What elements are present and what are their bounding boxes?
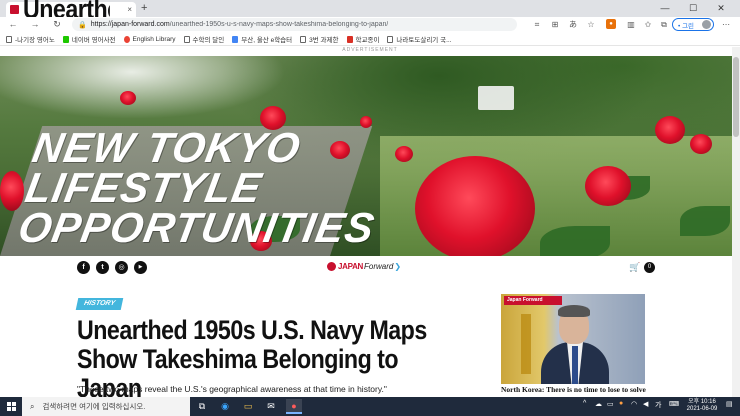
person-hair bbox=[558, 305, 590, 317]
battery-icon[interactable]: ▭ bbox=[607, 400, 614, 408]
tab-close-icon[interactable]: × bbox=[127, 5, 132, 14]
page-icon bbox=[183, 35, 190, 43]
lock-icon: 🔒 bbox=[78, 21, 87, 29]
ad-banner[interactable]: NEW TOKYO LIFESTYLE OPPORTUNITIES bbox=[0, 56, 732, 256]
bookmark-item[interactable]: 네이버 영어사전 bbox=[62, 34, 116, 44]
rose bbox=[0, 171, 24, 211]
cart-count-badge: 0 bbox=[644, 262, 655, 273]
taskbar-search[interactable]: ⌕ 검색하려면 여기에 입력하십시오. bbox=[22, 397, 190, 416]
instagram-icon[interactable]: ◎ bbox=[115, 261, 128, 274]
scrollbar-thumb[interactable] bbox=[733, 57, 739, 137]
url-host: https://japan-forward.com bbox=[90, 21, 170, 28]
language-indicator[interactable]: 가 bbox=[655, 400, 661, 410]
close-window-button[interactable]: ✕ bbox=[710, 1, 732, 15]
maximize-button[interactable]: ☐ bbox=[682, 1, 704, 15]
grid-icon[interactable]: ⊞ bbox=[549, 19, 561, 30]
related-article-title[interactable]: North Korea: There is no time to lose to… bbox=[501, 385, 661, 394]
share-icon[interactable]: ⧉ bbox=[658, 19, 670, 30]
article-lede: "These two maps reveal the U.S.'s geogra… bbox=[77, 384, 387, 394]
leaf bbox=[680, 206, 730, 236]
banner-headline: NEW TOKYO LIFESTYLE OPPORTUNITIES bbox=[14, 124, 379, 251]
bookmark-item[interactable]: 나라토도살리기 국... bbox=[387, 34, 452, 44]
bookmark-item[interactable]: 3번 과제한 bbox=[300, 34, 339, 44]
back-icon[interactable]: ← bbox=[6, 18, 20, 31]
app-tray-icon[interactable]: ● bbox=[619, 400, 623, 407]
app-active-icon[interactable]: ● bbox=[286, 399, 302, 414]
page-scrollbar[interactable] bbox=[732, 47, 740, 397]
profile-button[interactable]: • 그린 bbox=[672, 18, 714, 31]
youtube-icon[interactable]: ▶ bbox=[134, 261, 147, 274]
category-tag[interactable]: HISTORY bbox=[75, 298, 124, 310]
twitter-icon[interactable]: t bbox=[96, 261, 109, 274]
clock-time: 오후 10:16 bbox=[688, 399, 716, 405]
more-menu-icon[interactable]: ⋯ bbox=[720, 19, 732, 30]
rose-large bbox=[415, 156, 535, 256]
school-bell-icon bbox=[346, 35, 353, 43]
rose bbox=[690, 134, 712, 154]
extension-icon[interactable]: ● bbox=[606, 19, 616, 29]
profile-label: • 그린 bbox=[678, 22, 695, 30]
volume-icon[interactable]: ◀ bbox=[643, 400, 648, 408]
logo-arrow-icon: ❯ bbox=[394, 262, 402, 271]
rose bbox=[360, 116, 372, 128]
facebook-icon[interactable]: f bbox=[77, 261, 90, 274]
collections-icon[interactable]: ▥ bbox=[625, 19, 637, 30]
bookmark-item[interactable]: -나기장 영어노 bbox=[6, 34, 55, 44]
edge-icon[interactable]: ◉ bbox=[217, 399, 233, 414]
search-icon: ⌕ bbox=[30, 401, 35, 411]
start-button[interactable] bbox=[0, 397, 22, 416]
bookmark-item[interactable]: 수학의 달인 bbox=[183, 34, 224, 44]
file-explorer-icon[interactable]: ▭ bbox=[240, 399, 256, 414]
cart-icon[interactable]: 🛒 bbox=[629, 262, 640, 273]
library-icon bbox=[123, 35, 130, 43]
bookmarks-bar: -나기장 영어노 네이버 영어사전 English Library 수학의 달인… bbox=[0, 33, 740, 46]
browser-tab-active[interactable]: Unearthed 1950s U.S. Navy Ma × bbox=[6, 0, 136, 24]
elearning-icon bbox=[232, 35, 239, 43]
page-icon bbox=[387, 35, 394, 43]
related-article-image[interactable]: Japan Forward bbox=[501, 294, 645, 384]
mail-icon[interactable]: ✉ bbox=[263, 399, 279, 414]
task-view-icon[interactable]: ⧉ bbox=[194, 399, 210, 414]
ime-icon[interactable]: ⌨ bbox=[669, 400, 679, 408]
site-favicon-icon bbox=[10, 5, 19, 14]
favorites-icon[interactable]: ✩ bbox=[642, 19, 654, 30]
naver-icon bbox=[62, 35, 69, 43]
network-icon[interactable]: ☁ bbox=[595, 400, 602, 408]
rose bbox=[655, 116, 685, 144]
advertisement-label: ADVERTISEMENT bbox=[342, 47, 398, 53]
star-icon[interactable]: ☆ bbox=[585, 19, 597, 30]
person-tie bbox=[572, 346, 578, 384]
clock-date: 2021-06-09 bbox=[686, 406, 718, 412]
tray-chevron-icon[interactable]: ^ bbox=[583, 400, 586, 407]
taskbar-clock[interactable]: 오후 10:16 2021-06-09 bbox=[684, 399, 720, 413]
bookmark-item[interactable]: English Library bbox=[123, 35, 176, 43]
rose bbox=[395, 146, 413, 162]
forward-icon[interactable]: → bbox=[28, 18, 42, 31]
notification-icon[interactable]: ▤ bbox=[726, 400, 733, 408]
bookmark-item[interactable]: 학교종이 bbox=[346, 34, 379, 44]
address-bar[interactable]: 🔒 https://japan-forward.com /unearthed-1… bbox=[72, 18, 517, 31]
url-path: /unearthed-1950s-u-s-navy-maps-show-take… bbox=[169, 21, 389, 28]
leaf bbox=[540, 226, 610, 256]
windows-logo-icon bbox=[6, 402, 16, 411]
site-logo[interactable]: JAPAN Forward ❯ bbox=[327, 262, 401, 271]
flag-stand bbox=[521, 314, 531, 374]
promo-badge: Japan Forward bbox=[504, 296, 562, 305]
translate-icon[interactable]: あ bbox=[567, 19, 579, 30]
reload-icon[interactable]: ↻ bbox=[50, 18, 64, 31]
bookmark-item[interactable]: 부산, 울산 e학습터 bbox=[232, 34, 292, 44]
search-placeholder: 검색하려면 여기에 입력하십시오. bbox=[42, 402, 146, 411]
rose bbox=[585, 166, 631, 206]
rose bbox=[120, 91, 136, 105]
page-icon bbox=[6, 35, 12, 43]
minimize-button[interactable]: — bbox=[654, 1, 676, 15]
wifi-icon[interactable]: ◠ bbox=[631, 400, 637, 408]
new-tab-button[interactable]: + bbox=[141, 2, 147, 14]
page-icon bbox=[300, 35, 307, 43]
banner-sign bbox=[478, 86, 514, 110]
avatar bbox=[702, 20, 711, 29]
qr-icon[interactable]: ⌗ bbox=[531, 19, 543, 30]
logo-sun-icon bbox=[327, 262, 336, 271]
